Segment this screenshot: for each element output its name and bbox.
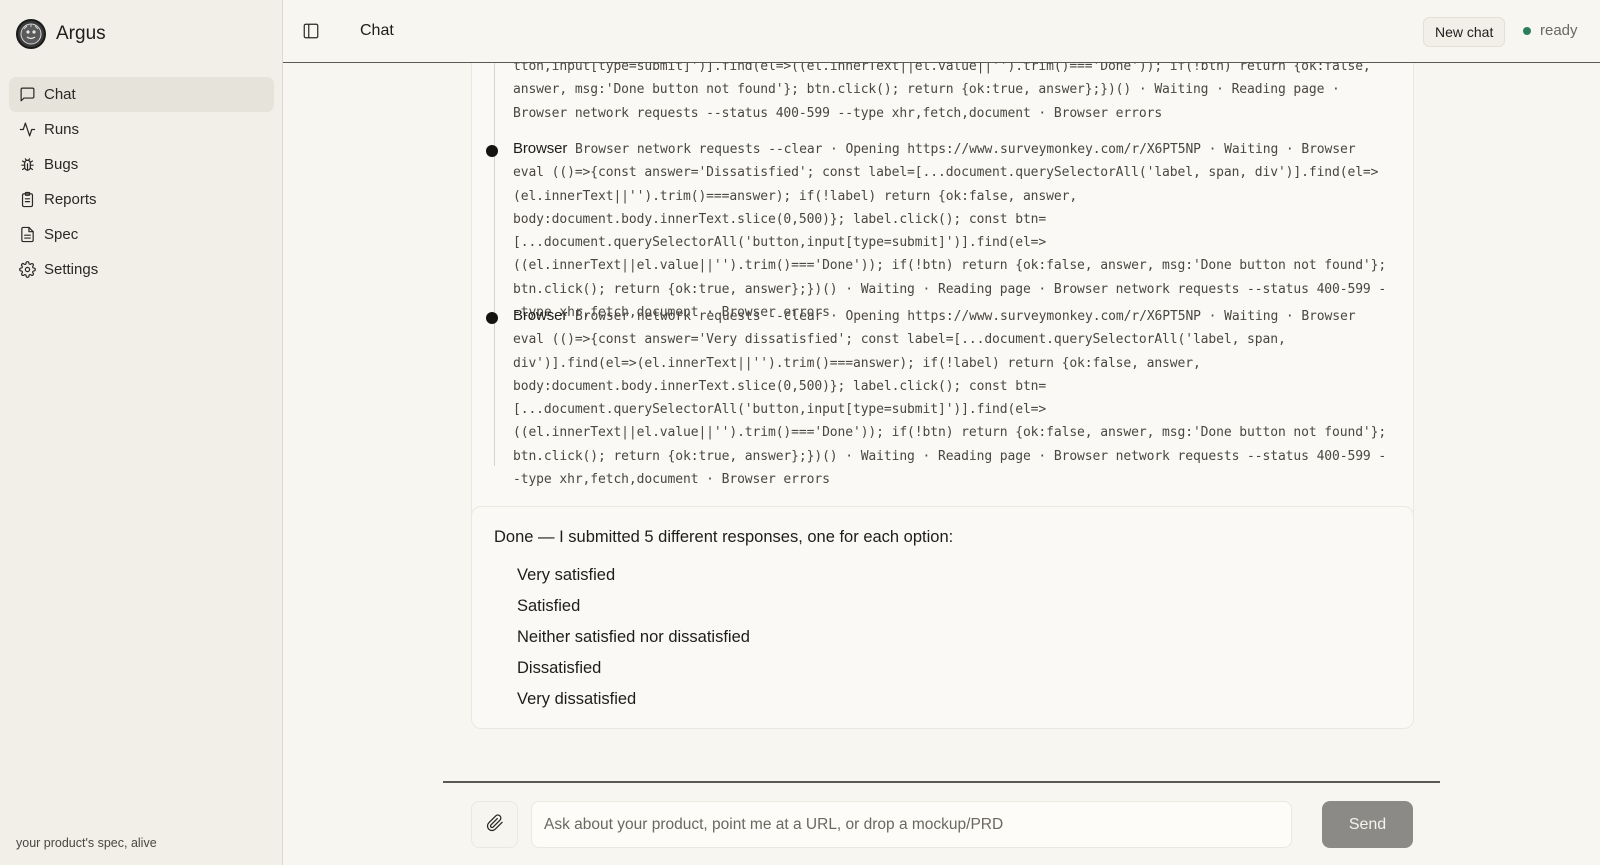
page-title: Chat xyxy=(360,22,394,39)
brand[interactable]: Argus xyxy=(16,17,106,51)
status-indicator: ready xyxy=(1523,22,1578,39)
activity-icon xyxy=(18,121,36,139)
app-tagline: your product's spec, alive xyxy=(16,836,157,850)
list-item: Very dissatisfied xyxy=(517,690,637,708)
assistant-message: Done — I submitted 5 different responses… xyxy=(471,506,1414,729)
new-chat-button[interactable]: New chat xyxy=(1423,17,1506,47)
attach-button[interactable] xyxy=(471,801,518,848)
timeline-dot-icon xyxy=(486,312,498,324)
assistant-message-intro: Done — I submitted 5 different responses… xyxy=(494,528,954,546)
sidebar-item-label: Runs xyxy=(44,121,80,138)
chat-input[interactable] xyxy=(531,801,1292,848)
clipboard-icon xyxy=(18,191,36,209)
chat-main[interactable]: tton,input[type=submit]')].find(el=>((el… xyxy=(283,63,1600,865)
app-name: Argus xyxy=(56,23,106,44)
sidebar-item-reports[interactable]: Reports xyxy=(9,182,274,217)
sidebar-item-label: Chat xyxy=(44,86,76,103)
tool-log-text: Browser network requests --clear · Openi… xyxy=(513,142,1387,321)
tool-log-body: Browser Browser network requests --clear… xyxy=(513,304,1388,491)
response-options-list: Very satisfied Satisfied Neither satisfi… xyxy=(517,565,750,720)
sidebar-toggle-icon[interactable] xyxy=(302,22,320,40)
status-dot-icon xyxy=(1523,26,1531,35)
sidebar-item-label: Reports xyxy=(44,191,97,208)
bug-icon xyxy=(18,156,36,174)
gear-icon xyxy=(18,261,36,279)
send-button[interactable]: Send xyxy=(1322,801,1413,848)
sidebar-item-label: Settings xyxy=(44,261,99,278)
sidebar: Argus Chat Runs Bugs Reports Spec Settin… xyxy=(0,0,283,865)
sidebar-nav: Chat Runs Bugs Reports Spec Settings xyxy=(9,77,274,287)
tool-log-text: Browser network requests --clear · Openi… xyxy=(513,309,1387,488)
file-text-icon xyxy=(18,226,36,244)
sidebar-item-chat[interactable]: Chat xyxy=(9,77,274,112)
composer-divider xyxy=(443,781,1440,783)
tool-log-body: Browser Browser network requests --clear… xyxy=(513,137,1388,324)
paperclip-icon xyxy=(486,814,504,835)
tool-log-fragment: tton,input[type=submit]')].find(el=>((el… xyxy=(513,63,1371,121)
message-square-icon xyxy=(18,86,36,104)
tool-label: Browser xyxy=(513,140,568,157)
list-item: Very satisfied xyxy=(517,566,616,584)
status-text: ready xyxy=(1540,22,1578,39)
sidebar-item-runs[interactable]: Runs xyxy=(9,112,274,147)
timeline-line xyxy=(494,63,495,466)
list-item: Neither satisfied nor dissatisfied xyxy=(517,628,750,646)
list-item: Dissatisfied xyxy=(517,659,602,677)
sidebar-item-label: Bugs xyxy=(44,156,79,173)
list-item: Satisfied xyxy=(517,597,581,615)
sidebar-item-settings[interactable]: Settings xyxy=(9,252,274,287)
sidebar-item-spec[interactable]: Spec xyxy=(9,217,274,252)
sidebar-item-label: Spec xyxy=(44,226,79,243)
timeline-dot-icon xyxy=(486,145,498,157)
argus-logo-icon xyxy=(16,19,46,49)
tool-label: Browser xyxy=(513,307,568,324)
chat-header: Chat New chat ready xyxy=(283,0,1600,63)
sidebar-item-bugs[interactable]: Bugs xyxy=(9,147,274,182)
